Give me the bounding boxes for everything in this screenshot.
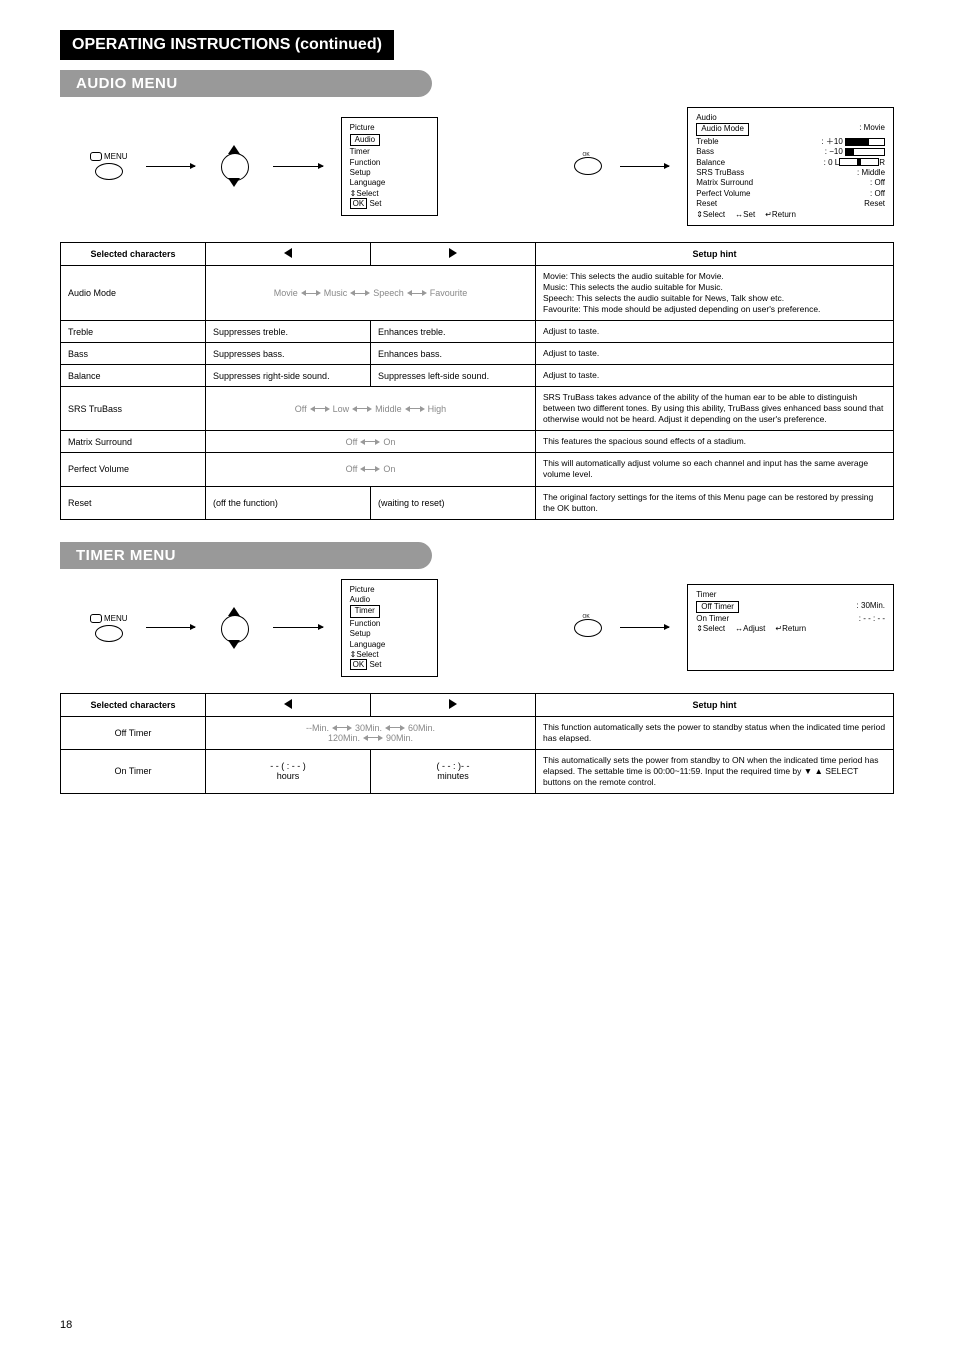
row-left: - - ( : - - )hours bbox=[206, 749, 371, 793]
row-right: (waiting to reset) bbox=[371, 486, 536, 519]
table-row: Perfect VolumeOffOnThis will automatical… bbox=[61, 453, 894, 486]
row-name: Perfect Volume bbox=[61, 453, 206, 486]
col-selected-characters: Selected characters bbox=[61, 693, 206, 716]
menu-button[interactable]: MENU bbox=[90, 152, 128, 180]
row-hint: This function automatically sets the pow… bbox=[536, 716, 894, 749]
timer-settings-table: Selected characters Setup hint Off Timer… bbox=[60, 693, 894, 794]
row-cycle: OffOn bbox=[206, 431, 536, 453]
page-section-title: OPERATING INSTRUCTIONS (continued) bbox=[60, 30, 394, 60]
row-hint: This will automatically adjust volume so… bbox=[536, 453, 894, 486]
arrow-right-icon bbox=[273, 627, 323, 628]
col-right-arrow bbox=[371, 693, 536, 716]
table-row: TrebleSuppresses treble.Enhances treble.… bbox=[61, 321, 894, 343]
col-left-arrow bbox=[206, 242, 371, 265]
triangle-right-icon bbox=[449, 699, 457, 709]
row-right: Suppresses left-side sound. bbox=[371, 365, 536, 387]
row-right: Enhances treble. bbox=[371, 321, 536, 343]
triangle-left-icon bbox=[284, 248, 292, 258]
col-setup-hint: Setup hint bbox=[536, 693, 894, 716]
row-name: Bass bbox=[61, 343, 206, 365]
timer-menu-tab: TIMER MENU bbox=[60, 542, 432, 569]
row-name: Matrix Surround bbox=[61, 431, 206, 453]
row-name: Reset bbox=[61, 486, 206, 519]
page-number: 18 bbox=[60, 1319, 72, 1331]
menu-button[interactable]: MENU bbox=[90, 614, 128, 642]
col-selected-characters: Selected characters bbox=[61, 242, 206, 265]
row-hint: Adjust to taste. bbox=[536, 321, 894, 343]
col-setup-hint: Setup hint bbox=[536, 242, 894, 265]
row-left: Suppresses treble. bbox=[206, 321, 371, 343]
row-cycle: --Min.30Min.60Min.120Min.90Min. bbox=[206, 716, 536, 749]
row-hint: This features the spacious sound effects… bbox=[536, 431, 894, 453]
row-cycle: OffOn bbox=[206, 453, 536, 486]
table-row: BassSuppresses bass.Enhances bass.Adjust… bbox=[61, 343, 894, 365]
row-left: (off the function) bbox=[206, 486, 371, 519]
audio-menu-tab: AUDIO MENU bbox=[60, 70, 432, 97]
triangle-left-icon bbox=[284, 699, 292, 709]
table-row: Audio ModeMovieMusicSpeechFavouriteMovie… bbox=[61, 265, 894, 320]
audio-settings-table: Selected characters Setup hint Audio Mod… bbox=[60, 242, 894, 520]
arrow-right-icon bbox=[273, 166, 323, 167]
row-cycle: MovieMusicSpeechFavourite bbox=[206, 265, 536, 320]
audio-flow-diagram: MENU Picture Audio Timer Function Setup … bbox=[90, 107, 894, 226]
row-name: On Timer bbox=[61, 749, 206, 793]
main-menu-panel: Picture Audio Timer Function Setup Langu… bbox=[341, 117, 439, 215]
menu-button-label: MENU bbox=[104, 152, 128, 161]
arrow-right-icon bbox=[146, 627, 196, 628]
arrow-right-icon bbox=[146, 166, 196, 167]
table-row: On Timer- - ( : - - )hours( - - : )- -mi… bbox=[61, 749, 894, 793]
row-hint: Adjust to taste. bbox=[536, 343, 894, 365]
menu-icon bbox=[90, 152, 102, 161]
row-name: Balance bbox=[61, 365, 206, 387]
row-left: Suppresses bass. bbox=[206, 343, 371, 365]
row-name: Off Timer bbox=[61, 716, 206, 749]
table-row: Matrix SurroundOffOnThis features the sp… bbox=[61, 431, 894, 453]
row-cycle: OffLowMiddleHigh bbox=[206, 387, 536, 431]
menu-icon bbox=[90, 614, 102, 623]
table-row: BalanceSuppresses right-side sound.Suppr… bbox=[61, 365, 894, 387]
row-name: Treble bbox=[61, 321, 206, 343]
row-right: ( - - : )- -minutes bbox=[371, 749, 536, 793]
nav-pad[interactable] bbox=[213, 145, 255, 187]
row-hint: Adjust to taste. bbox=[536, 365, 894, 387]
triangle-right-icon bbox=[449, 248, 457, 258]
col-left-arrow bbox=[206, 693, 371, 716]
ok-button[interactable] bbox=[574, 619, 602, 637]
table-row: SRS TruBassOffLowMiddleHighSRS TruBass t… bbox=[61, 387, 894, 431]
row-name: SRS TruBass bbox=[61, 387, 206, 431]
row-hint: Movie: This selects the audio suitable f… bbox=[536, 265, 894, 320]
arrow-right-icon bbox=[620, 166, 670, 167]
row-left: Suppresses right-side sound. bbox=[206, 365, 371, 387]
ok-button[interactable] bbox=[574, 157, 602, 175]
menu-button-label: MENU bbox=[104, 614, 128, 623]
audio-settings-panel: Audio Audio Mode: Movie Treble: ＋10 Bass… bbox=[687, 107, 894, 226]
table-row: Off Timer--Min.30Min.60Min.120Min.90Min.… bbox=[61, 716, 894, 749]
table-row: Reset(off the function)(waiting to reset… bbox=[61, 486, 894, 519]
arrow-right-icon bbox=[620, 627, 670, 628]
timer-settings-panel: Timer Off Timer: 30Min. On Timer: - - : … bbox=[687, 584, 894, 671]
main-menu-panel: Picture Audio Timer Function Setup Langu… bbox=[341, 579, 439, 677]
col-right-arrow bbox=[371, 242, 536, 265]
row-right: Enhances bass. bbox=[371, 343, 536, 365]
row-name: Audio Mode bbox=[61, 265, 206, 320]
nav-pad[interactable] bbox=[213, 607, 255, 649]
row-hint: The original factory settings for the it… bbox=[536, 486, 894, 519]
row-hint: SRS TruBass takes advance of the ability… bbox=[536, 387, 894, 431]
row-hint: This automatically sets the power from s… bbox=[536, 749, 894, 793]
timer-flow-diagram: MENU Picture Audio Timer Function Setup … bbox=[90, 579, 894, 677]
